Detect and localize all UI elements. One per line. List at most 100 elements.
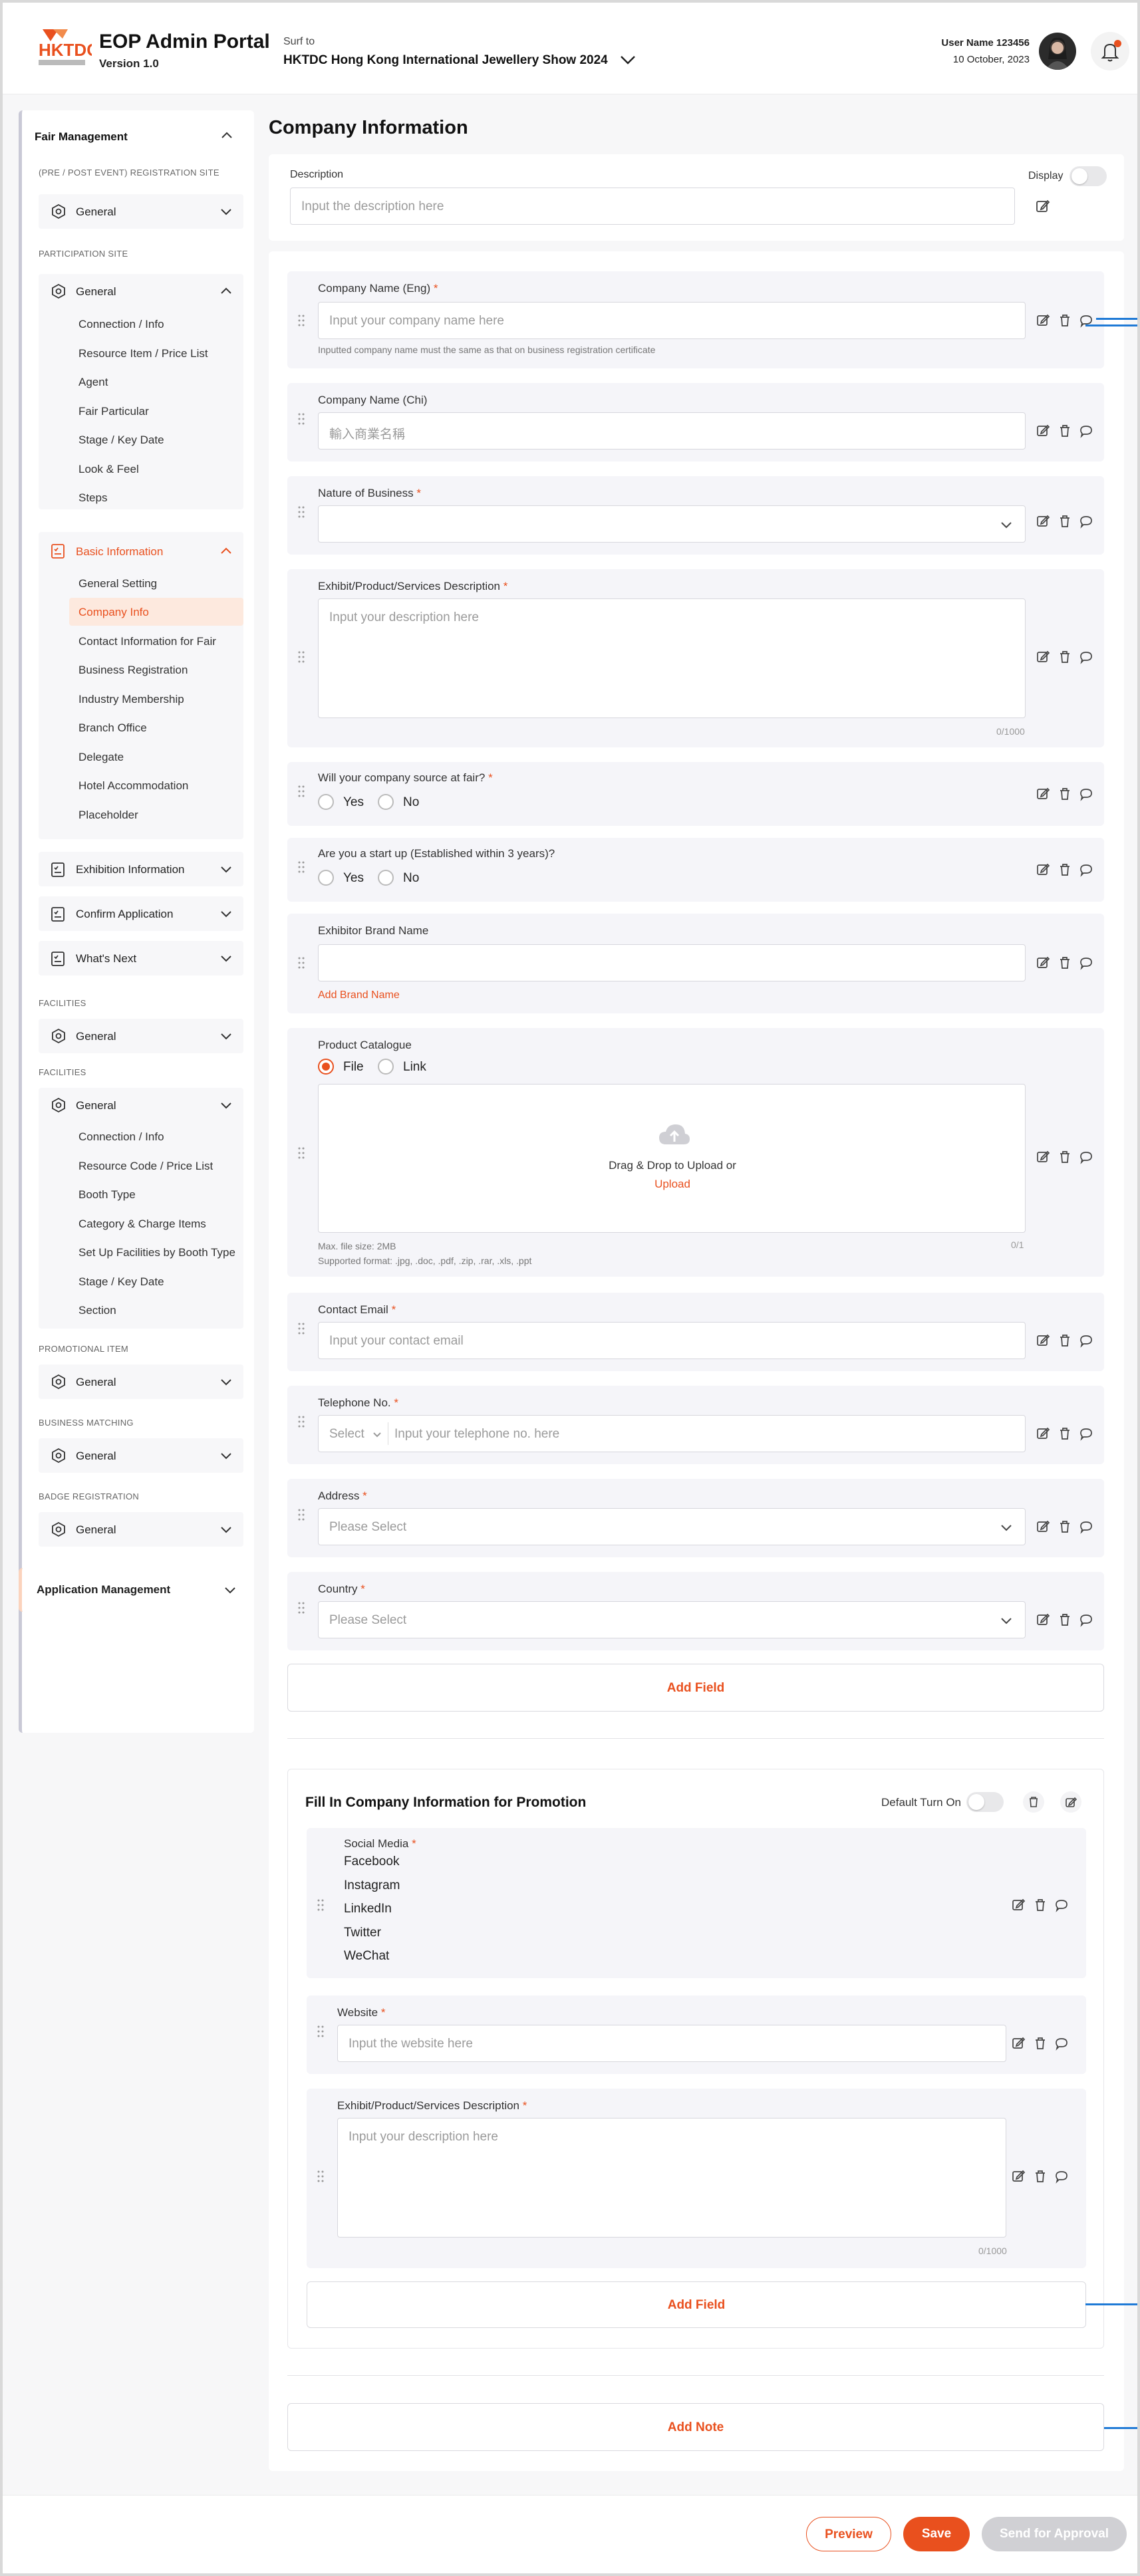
drag-handle-icon[interactable] (298, 956, 305, 969)
promotion-add-field-button[interactable]: Add Field (307, 2281, 1086, 2328)
upload-link[interactable]: Upload (319, 1178, 1026, 1191)
fair-management-title[interactable]: Fair Management (35, 130, 128, 144)
surf-to-fair[interactable]: HKTDC Hong Kong International Jewellery … (283, 53, 608, 68)
drag-handle-icon[interactable] (298, 412, 305, 426)
trash-icon[interactable] (1022, 1791, 1045, 1813)
nav-business-registration[interactable]: Business Registration (78, 664, 188, 677)
trash-icon[interactable] (1058, 862, 1072, 878)
exhibit-description-textarea[interactable]: Input your description here (318, 598, 1026, 718)
nav-set-up-facilities-by-booth-type[interactable]: Set Up Facilities by Booth Type (78, 1246, 235, 1259)
drag-handle-icon[interactable] (317, 2025, 324, 2038)
default-turn-on-toggle[interactable] (966, 1792, 1004, 1812)
address-select[interactable]: Please Select (318, 1508, 1026, 1545)
edit-icon[interactable] (1036, 1333, 1051, 1349)
radio-yes[interactable] (318, 870, 334, 886)
comment-icon[interactable] (1079, 786, 1093, 802)
trash-icon[interactable] (1058, 1519, 1072, 1535)
comment-icon[interactable] (1079, 1612, 1093, 1628)
drag-handle-icon[interactable] (317, 2170, 324, 2183)
drag-handle-icon[interactable] (298, 314, 305, 327)
nav-branch-office[interactable]: Branch Office (78, 721, 147, 735)
trash-icon[interactable] (1058, 313, 1072, 328)
drag-handle-icon[interactable] (298, 505, 305, 519)
group-general-facilities-1[interactable] (39, 1019, 243, 1053)
save-button[interactable]: Save (903, 2517, 970, 2551)
radio-yes[interactable] (318, 794, 334, 810)
drag-handle-icon[interactable] (298, 650, 305, 664)
chevron-down-icon[interactable] (219, 1029, 233, 1043)
chevron-down-icon[interactable] (219, 906, 233, 921)
chevron-down-icon[interactable] (219, 862, 233, 876)
contact-email-input[interactable]: Input your contact email (318, 1322, 1026, 1359)
radio-no[interactable] (378, 794, 394, 810)
nav-look-feel[interactable]: Look & Feel (78, 463, 139, 476)
add-brand-name-link[interactable]: Add Brand Name (318, 989, 400, 1001)
application-management-section[interactable]: Application Management (19, 1568, 254, 1612)
chevron-down-icon[interactable] (219, 204, 233, 219)
chevron-up-icon[interactable] (219, 544, 233, 559)
add-note-button[interactable]: Add Note (287, 2403, 1104, 2451)
edit-icon[interactable] (1012, 2035, 1026, 2051)
comment-icon[interactable] (1079, 862, 1093, 878)
nav-delegate[interactable]: Delegate (78, 751, 124, 764)
company-name-eng-input[interactable]: Input your company name here (318, 302, 1026, 339)
nav-industry-membership[interactable]: Industry Membership (78, 693, 184, 706)
comment-icon[interactable] (1079, 513, 1093, 529)
trash-icon[interactable] (1058, 955, 1072, 971)
group-general-badge[interactable] (39, 1512, 243, 1547)
comment-icon[interactable] (1079, 649, 1093, 665)
nav-resource-item-price-list[interactable]: Resource Item / Price List (78, 347, 208, 360)
chevron-up-icon[interactable] (219, 284, 233, 299)
country-code-select[interactable]: Select (329, 1427, 364, 1442)
preview-button[interactable]: Preview (806, 2517, 891, 2551)
edit-icon[interactable] (1012, 1897, 1026, 1913)
send-for-approval-button[interactable]: Send for Approval (982, 2517, 1127, 2551)
nav-section[interactable]: Section (78, 1304, 116, 1317)
comment-icon[interactable] (1079, 1333, 1093, 1349)
comment-icon[interactable] (1079, 423, 1093, 439)
edit-icon[interactable] (1036, 513, 1051, 529)
nav-connection-info[interactable]: Connection / Info (78, 1130, 164, 1144)
edit-icon[interactable] (1036, 649, 1051, 665)
edit-icon[interactable] (1034, 197, 1052, 215)
chevron-down-icon[interactable] (223, 1583, 237, 1597)
edit-icon[interactable] (1036, 1519, 1051, 1535)
surf-to-dropdown-button[interactable] (611, 45, 644, 74)
edit-icon[interactable] (1036, 1149, 1051, 1165)
comment-icon[interactable] (1079, 1426, 1093, 1442)
edit-icon[interactable] (1012, 2168, 1026, 2184)
radio-file[interactable] (318, 1059, 334, 1075)
nav-placeholder[interactable]: Placeholder (78, 809, 138, 822)
group-general-business[interactable] (39, 1438, 243, 1473)
country-select[interactable]: Please Select (318, 1601, 1026, 1638)
comment-icon[interactable] (1079, 1519, 1093, 1535)
nav-category-charge-items[interactable]: Category & Charge Items (78, 1218, 206, 1231)
drag-handle-icon[interactable] (298, 1508, 305, 1521)
nature-of-business-select[interactable] (318, 505, 1026, 543)
drag-handle-icon[interactable] (317, 1898, 324, 1912)
notification-button[interactable] (1091, 32, 1129, 70)
drag-handle-icon[interactable] (298, 1601, 305, 1614)
file-drop-zone[interactable]: Drag & Drop to Upload or Upload (318, 1084, 1026, 1233)
drag-handle-icon[interactable] (298, 860, 305, 874)
company-name-chi-input[interactable]: 輸入商業名稱 (318, 412, 1026, 450)
chevron-down-icon[interactable] (219, 951, 233, 966)
trash-icon[interactable] (1033, 2035, 1048, 2051)
group-general-registration[interactable] (39, 194, 243, 229)
drag-handle-icon[interactable] (298, 1322, 305, 1335)
trash-icon[interactable] (1033, 2168, 1048, 2184)
edit-icon[interactable] (1036, 955, 1051, 971)
trash-icon[interactable] (1058, 1612, 1072, 1628)
edit-icon[interactable] (1036, 313, 1051, 328)
nav-stage-key-date[interactable]: Stage / Key Date (78, 1275, 164, 1289)
drag-handle-icon[interactable] (298, 1415, 305, 1428)
add-field-button[interactable]: Add Field (287, 1664, 1104, 1712)
comment-icon[interactable] (1054, 1897, 1069, 1913)
drag-handle-icon[interactable] (298, 1146, 305, 1160)
avatar[interactable] (1039, 33, 1076, 70)
telephone-input[interactable]: Input your telephone no. here (394, 1427, 559, 1442)
chevron-down-icon[interactable] (219, 1098, 233, 1112)
chevron-down-icon[interactable] (219, 1374, 233, 1389)
nav-steps[interactable]: Steps (78, 491, 107, 505)
comment-icon[interactable] (1054, 2035, 1069, 2051)
